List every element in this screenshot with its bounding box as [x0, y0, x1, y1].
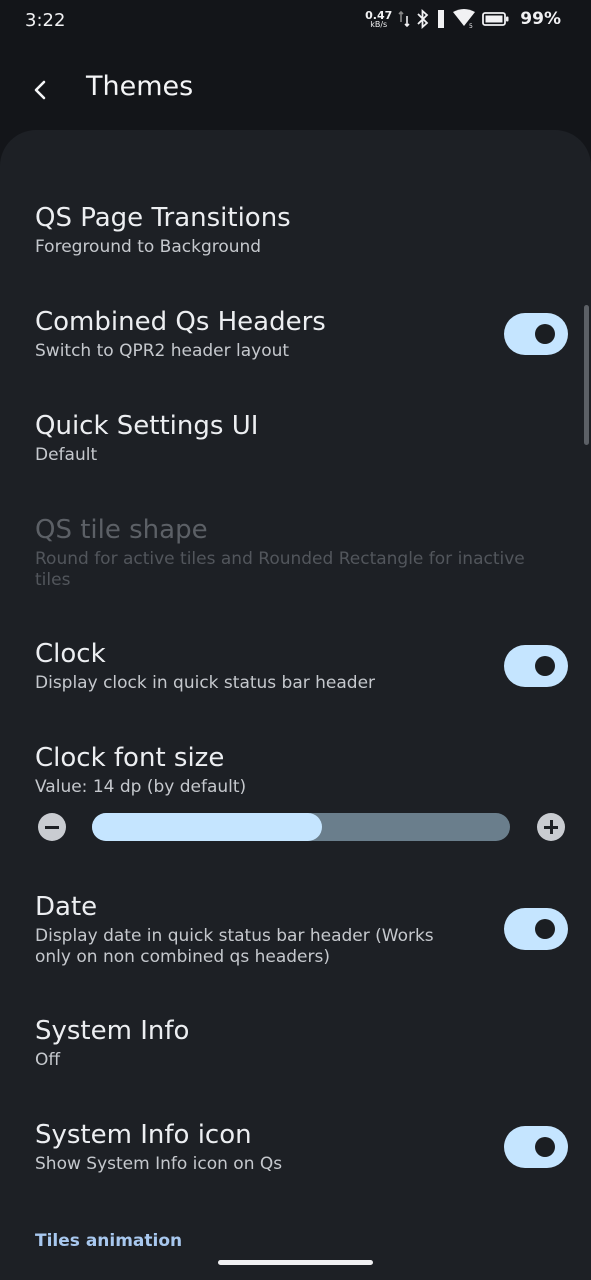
network-speed-unit: kB/s — [370, 19, 388, 29]
setting-summary: Show System Info icon on Qs — [35, 1154, 283, 1174]
setting-combined-qs-headers[interactable]: Combined Qs Headers Switch to QPR2 heade… — [35, 307, 481, 362]
setting-qs-tile-shape: QS tile shape Round for active tiles and… — [35, 515, 551, 591]
scrollbar[interactable] — [584, 305, 589, 445]
setting-quick-settings-ui[interactable]: Quick Settings UI Default — [35, 411, 571, 466]
back-arrow-icon — [34, 80, 46, 100]
setting-clock-font-size: Clock font size Value: 14 dp (by default… — [35, 743, 571, 798]
svg-text:5: 5 — [469, 23, 473, 29]
data-arrows-icon — [398, 10, 410, 28]
app-bar: Themes — [0, 60, 591, 120]
setting-title: Quick Settings UI — [35, 411, 259, 441]
setting-system-info[interactable]: System Info Off — [35, 1016, 571, 1071]
setting-summary: Round for active tiles and Rounded Recta… — [35, 549, 525, 590]
date-toggle[interactable] — [504, 908, 568, 950]
status-time: 3:22 — [25, 10, 66, 31]
setting-summary: Switch to QPR2 header layout — [35, 341, 290, 361]
signal-icon — [438, 10, 445, 28]
page-title: Themes — [86, 71, 194, 102]
section-header-tiles-animation: Tiles animation — [35, 1231, 183, 1251]
clock-toggle[interactable] — [504, 645, 568, 687]
setting-summary: Display clock in quick status bar header — [35, 673, 376, 693]
setting-clock[interactable]: Clock Display clock in quick status bar … — [35, 639, 481, 694]
back-button[interactable] — [24, 74, 56, 106]
toggle-knob — [535, 324, 555, 344]
setting-summary: Default — [35, 445, 98, 465]
wifi-icon: 5 — [453, 9, 476, 29]
clock-font-size-slider — [35, 811, 567, 841]
setting-summary: Off — [35, 1050, 61, 1070]
setting-summary: Display date in quick status bar header … — [35, 926, 434, 967]
toggle-knob — [535, 919, 555, 939]
setting-summary: Foreground to Background — [35, 237, 262, 257]
slider-fill — [92, 813, 322, 841]
status-icons: 0.47 kB/s 5 99% — [365, 9, 561, 29]
toggle-knob — [535, 656, 555, 676]
setting-title: QS tile shape — [35, 515, 208, 545]
network-speed: 0.47 kB/s — [365, 10, 392, 29]
setting-qs-page-transitions[interactable]: QS Page Transitions Foreground to Backgr… — [35, 203, 571, 258]
system-info-icon-toggle[interactable] — [504, 1126, 568, 1168]
network-speed-value: 0.47 — [365, 8, 393, 22]
setting-title: QS Page Transitions — [35, 203, 291, 233]
setting-title: Date — [35, 892, 98, 922]
setting-summary: Value: 14 dp (by default) — [35, 777, 247, 797]
plus-circle-icon[interactable] — [537, 813, 565, 841]
battery-icon — [482, 12, 509, 26]
setting-title: Combined Qs Headers — [35, 307, 326, 337]
combined-qs-headers-toggle[interactable] — [504, 313, 568, 355]
setting-title: System Info icon — [35, 1120, 252, 1150]
bluetooth-icon — [417, 9, 429, 29]
setting-title: Clock font size — [35, 743, 225, 773]
toggle-knob — [535, 1137, 555, 1157]
setting-date[interactable]: Date Display date in quick status bar he… — [35, 892, 471, 968]
status-bar: 3:22 0.47 kB/s 5 99% — [0, 0, 591, 44]
battery-percent: 99% — [520, 9, 561, 29]
slider-track[interactable] — [92, 813, 510, 841]
setting-title: System Info — [35, 1016, 190, 1046]
settings-panel[interactable]: QS Page Transitions Foreground to Backgr… — [0, 130, 591, 1280]
setting-system-info-icon[interactable]: System Info icon Show System Info icon o… — [35, 1120, 481, 1175]
minus-circle-icon[interactable] — [38, 813, 66, 841]
gesture-nav-pill[interactable] — [218, 1260, 373, 1265]
setting-title: Clock — [35, 639, 106, 669]
